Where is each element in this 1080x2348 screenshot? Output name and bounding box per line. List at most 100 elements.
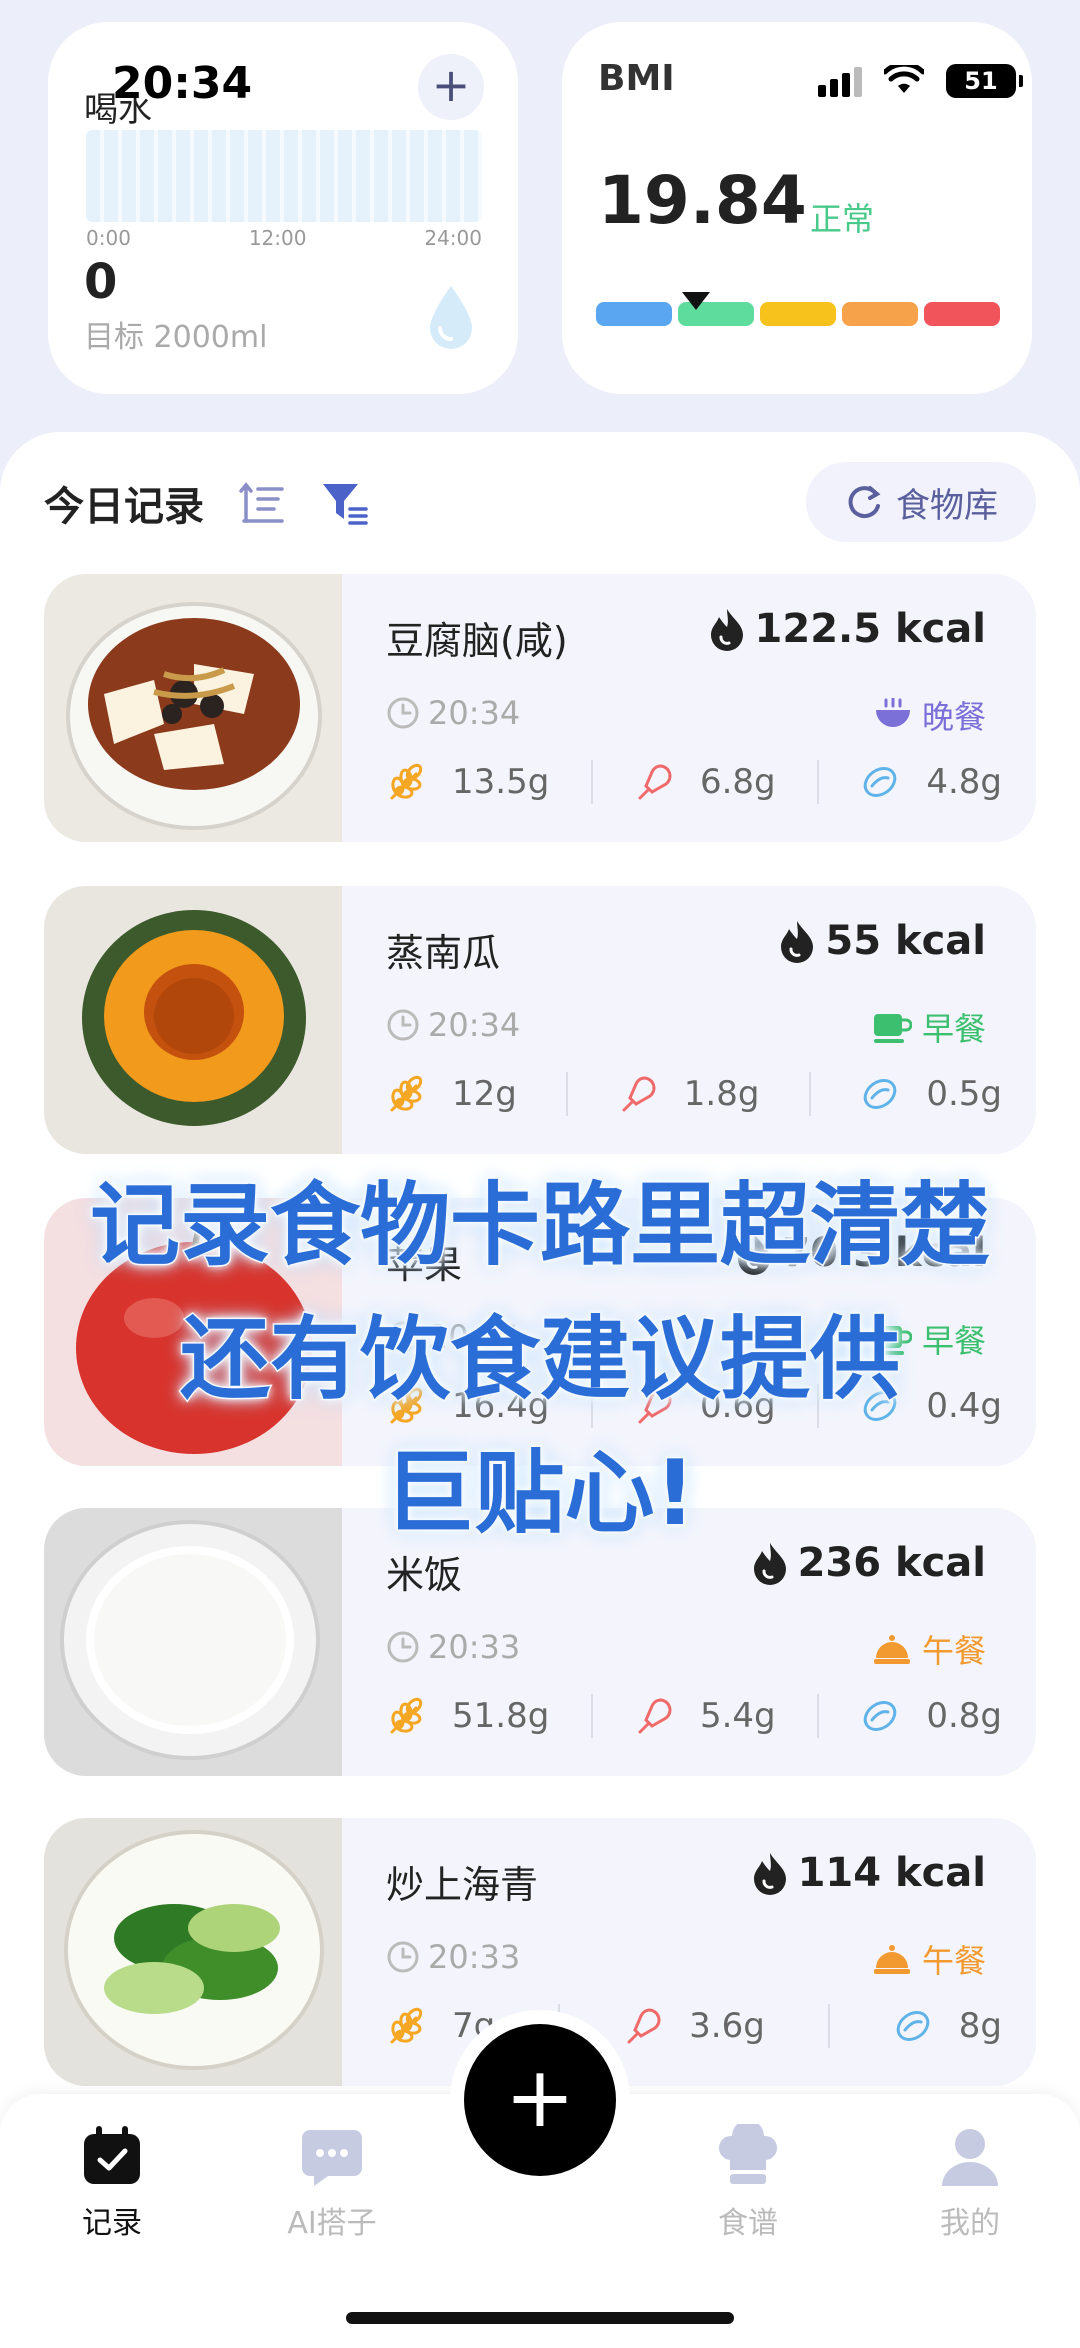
- calorie-value: 122.5 kcal: [754, 606, 986, 652]
- add-water-button[interactable]: +: [418, 54, 484, 120]
- record-time: 20:33: [386, 1628, 520, 1666]
- home-indicator: [346, 2312, 734, 2324]
- filter-icon[interactable]: [320, 479, 368, 527]
- fat-value: 0.8g: [926, 1696, 1002, 1736]
- protein-drumstick-icon: [638, 764, 672, 800]
- divider: [590, 1694, 593, 1738]
- tab-recipes[interactable]: 食谱: [668, 2124, 828, 2242]
- fat-value: 0.5g: [926, 1074, 1002, 1114]
- bmi-value: 19.84: [598, 162, 807, 239]
- cloche-icon: [873, 1635, 910, 1664]
- divider: [590, 760, 593, 804]
- bmi-status: 正常: [810, 200, 875, 238]
- food-record-card[interactable]: 蒸南瓜 55 kcal 20:34 早餐 12g 1.8g 0.5g: [44, 886, 1036, 1154]
- water-drop-icon: [430, 286, 472, 349]
- clock-icon: [387, 1009, 419, 1041]
- carb-value: 13.5g: [452, 762, 550, 802]
- fat-macro: 0.8g: [860, 1696, 1002, 1736]
- bowl-icon: [875, 698, 910, 727]
- protein-macro: 3.6g: [623, 2006, 765, 2046]
- battery-icon: 51: [946, 64, 1023, 98]
- refresh-icon: [848, 486, 881, 519]
- food-photo-bok-choy: [44, 1818, 342, 2086]
- chef-hat-icon: [719, 2124, 777, 2184]
- carb-wheat-icon: [390, 1075, 423, 1112]
- divider: [808, 1072, 811, 1116]
- caption-line-2: 还有饮食建议提供: [179, 1306, 902, 1414]
- fat-oil-icon: [864, 1701, 897, 1731]
- protein-drumstick-icon: [638, 1698, 672, 1734]
- records-header: 今日记录: [44, 474, 368, 532]
- meal-label: 晚餐: [921, 698, 986, 736]
- axis-label: 0:00: [86, 226, 131, 250]
- food-calories: 55 kcal: [777, 918, 986, 964]
- water-goal: 目标 2000ml: [84, 320, 268, 355]
- bmi-scale: [596, 302, 1000, 326]
- time-value: 20:33: [428, 1628, 521, 1666]
- protein-macro: 5.4g: [634, 1696, 776, 1736]
- tab-profile[interactable]: 我的: [890, 2124, 1050, 2242]
- carb-wheat-icon: [390, 1697, 423, 1734]
- carb-wheat-icon: [390, 763, 423, 800]
- macro-row: 51.8g 5.4g 0.8g: [386, 1694, 1002, 1738]
- wifi-icon: [884, 65, 924, 93]
- macro-row: 12g 1.8g 0.5g: [386, 1072, 1002, 1116]
- carb-macro: 7g: [386, 2006, 495, 2046]
- tab-label: 我的: [940, 2206, 1000, 2241]
- person-icon: [942, 2129, 998, 2186]
- clock-icon: [387, 697, 419, 729]
- sort-list-icon[interactable]: [238, 479, 286, 527]
- macro-row: 13.5g 6.8g 4.8g: [386, 760, 1002, 804]
- record-time: 20:34: [386, 1006, 520, 1044]
- fat-macro: 0.5g: [860, 1074, 1002, 1114]
- macro-row: 7g 3.6g 8g: [386, 2004, 1002, 2048]
- chat-bubble-icon: [302, 2130, 362, 2186]
- time-value: 20:33: [428, 1938, 521, 1976]
- tab-label: 记录: [82, 2206, 142, 2241]
- protein-value: 6.8g: [699, 762, 776, 802]
- caption-line-3: 巨贴心!: [383, 1440, 697, 1548]
- axis-label: 12:00: [248, 226, 307, 250]
- tab-records[interactable]: 记录: [32, 2124, 192, 2242]
- meal-type: 午餐: [872, 1626, 986, 1672]
- food-record-card[interactable]: 豆腐脑(咸) 122.5 kcal 20:34 晚餐 13.5g 6.8g 4.…: [44, 574, 1036, 842]
- protein-value: 1.8g: [683, 1074, 760, 1114]
- calorie-flame-icon: [753, 1853, 786, 1895]
- cellular-signal-icon: [818, 65, 862, 97]
- bmi-segment-severe: [924, 302, 1000, 326]
- records-title: 今日记录: [44, 484, 204, 530]
- record-time: 20:33: [386, 1938, 520, 1976]
- meal-type: 早餐: [872, 1004, 986, 1050]
- caption-line-1: 记录食物卡路里超清楚: [89, 1172, 992, 1280]
- food-name: 炒上海青: [386, 1863, 539, 1907]
- clock-icon: [387, 1631, 419, 1663]
- status-time: 20:34: [112, 58, 253, 109]
- status-icons: 51: [818, 64, 1023, 98]
- divider: [827, 2004, 830, 2048]
- food-name: 米饭: [386, 1553, 463, 1597]
- food-calories: 122.5 kcal: [707, 606, 986, 652]
- food-photo-pumpkin: [44, 886, 342, 1154]
- carb-macro: 51.8g: [386, 1696, 549, 1736]
- bmi-title: BMI: [598, 58, 675, 99]
- tab-label: 食谱: [718, 2206, 778, 2241]
- protein-drumstick-icon: [627, 2008, 661, 2044]
- protein-value: 3.6g: [689, 2006, 765, 2046]
- food-library-button[interactable]: 食物库: [806, 462, 1036, 542]
- protein-drumstick-icon: [622, 1076, 656, 1112]
- water-axis: 0:00 12:00 24:00: [86, 226, 482, 250]
- add-record-button[interactable]: +: [464, 2024, 616, 2176]
- calorie-value: 55 kcal: [825, 918, 986, 964]
- water-value: 0: [84, 254, 118, 310]
- meal-label: 午餐: [921, 1632, 986, 1670]
- protein-macro: 1.8g: [618, 1074, 760, 1114]
- axis-label: 24:00: [424, 226, 482, 250]
- divider: [816, 1694, 819, 1738]
- carb-value: 51.8g: [452, 1696, 550, 1736]
- food-name: 蒸南瓜: [386, 931, 501, 975]
- time-value: 20:34: [428, 1006, 521, 1044]
- meal-label: 早餐: [921, 1010, 986, 1048]
- carb-wheat-icon: [390, 2007, 423, 2044]
- tab-ai-buddy[interactable]: AI搭子: [252, 2124, 412, 2242]
- meal-type: 午餐: [872, 1936, 986, 1982]
